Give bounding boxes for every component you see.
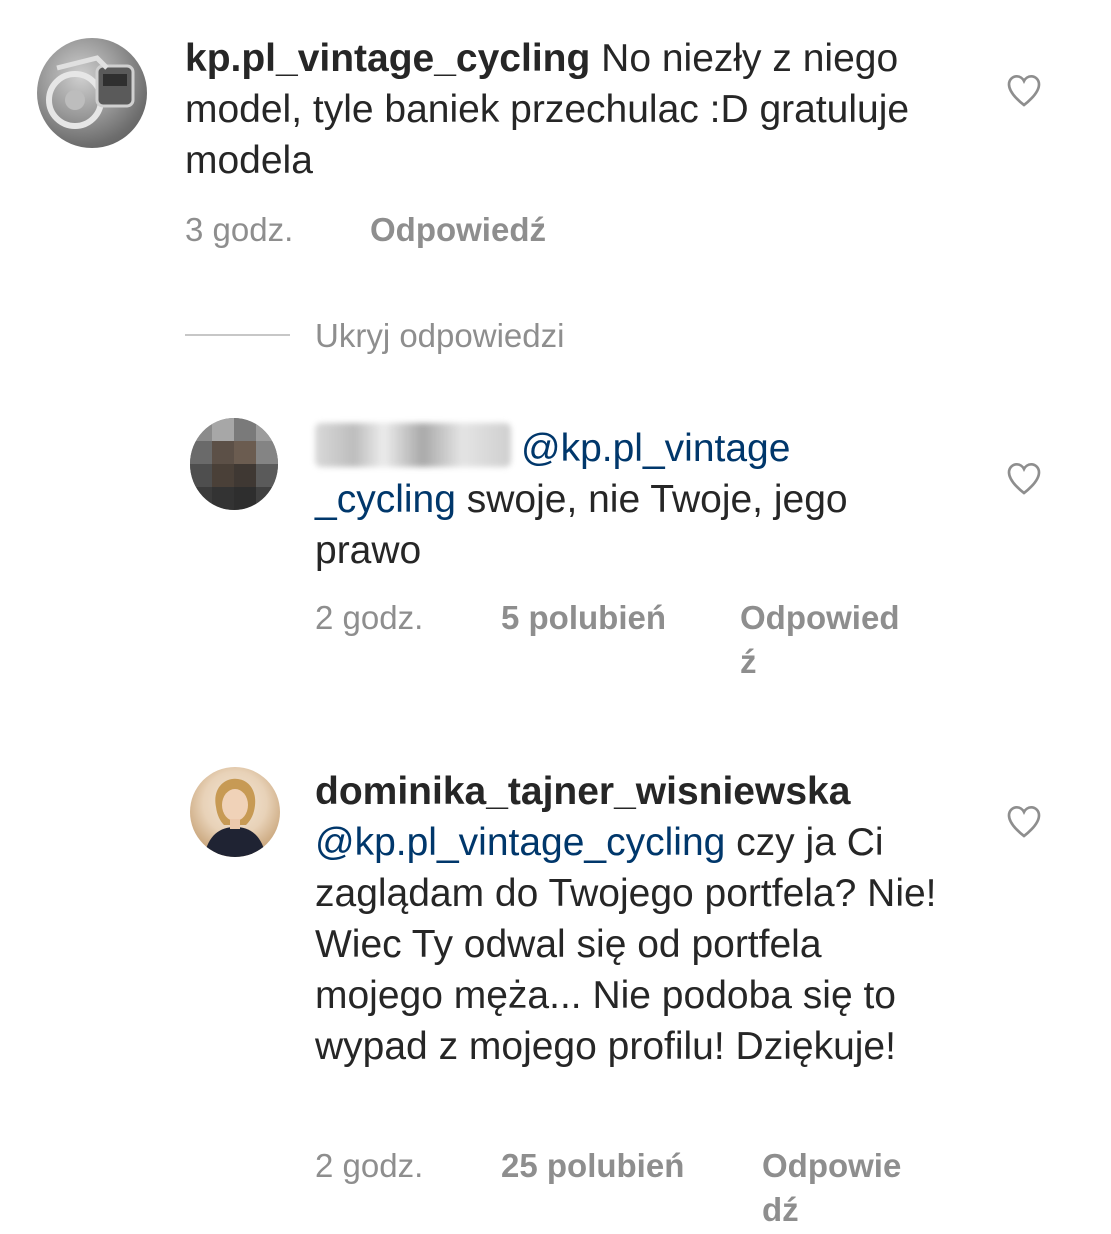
comment-body: dominika_tajner_wisniewska @kp.pl_vintage… bbox=[315, 766, 955, 1072]
likes-count[interactable]: 25 polubień bbox=[501, 1144, 684, 1188]
heart-outline-icon[interactable] bbox=[1004, 801, 1044, 841]
reply-button[interactable]: Odpowie dź bbox=[762, 1144, 922, 1232]
comment-time: 2 godz. bbox=[315, 1147, 424, 1184]
heart-outline-icon[interactable] bbox=[1004, 458, 1044, 498]
avatar[interactable] bbox=[190, 418, 278, 510]
bicycle-parts-avatar-icon bbox=[46, 55, 135, 129]
avatar[interactable] bbox=[190, 767, 280, 857]
divider-line bbox=[185, 334, 290, 336]
comment-time: 3 godz. bbox=[185, 211, 294, 248]
heart-outline-icon[interactable] bbox=[1004, 70, 1044, 110]
comment-meta: 3 godz. Odpowiedź bbox=[185, 208, 885, 252]
likes-count[interactable]: 5 polubień bbox=[501, 596, 666, 640]
comment-body: @kp.pl_vintage _cycling swoje, nie Twoje… bbox=[315, 423, 935, 576]
avatar[interactable] bbox=[37, 38, 147, 148]
pixelated-avatar-icon bbox=[190, 418, 278, 510]
comment-username[interactable]: kp.pl_vintage_cycling bbox=[185, 37, 590, 80]
hide-replies-label[interactable]: Ukryj odpowiedzi bbox=[315, 312, 564, 360]
comment-body: kp.pl_vintage_cycling No niezły z niego … bbox=[185, 33, 965, 186]
mention-link[interactable]: @kp.pl_vintage_cycling bbox=[315, 821, 725, 864]
reply-button[interactable]: Odpowiedź bbox=[370, 208, 546, 252]
comment-username[interactable]: dominika_tajner_wisniewska bbox=[315, 770, 850, 813]
comment-meta: 2 godz. 25 polubień Odpowie dź bbox=[315, 1144, 935, 1234]
woman-portrait-avatar-icon bbox=[204, 778, 266, 857]
blurred-username[interactable] bbox=[315, 423, 511, 467]
comment-time: 2 godz. bbox=[315, 599, 424, 636]
comment-meta: 2 godz. 5 polubień Odpowied ź bbox=[315, 596, 935, 686]
reply-button[interactable]: Odpowied ź bbox=[740, 596, 915, 684]
